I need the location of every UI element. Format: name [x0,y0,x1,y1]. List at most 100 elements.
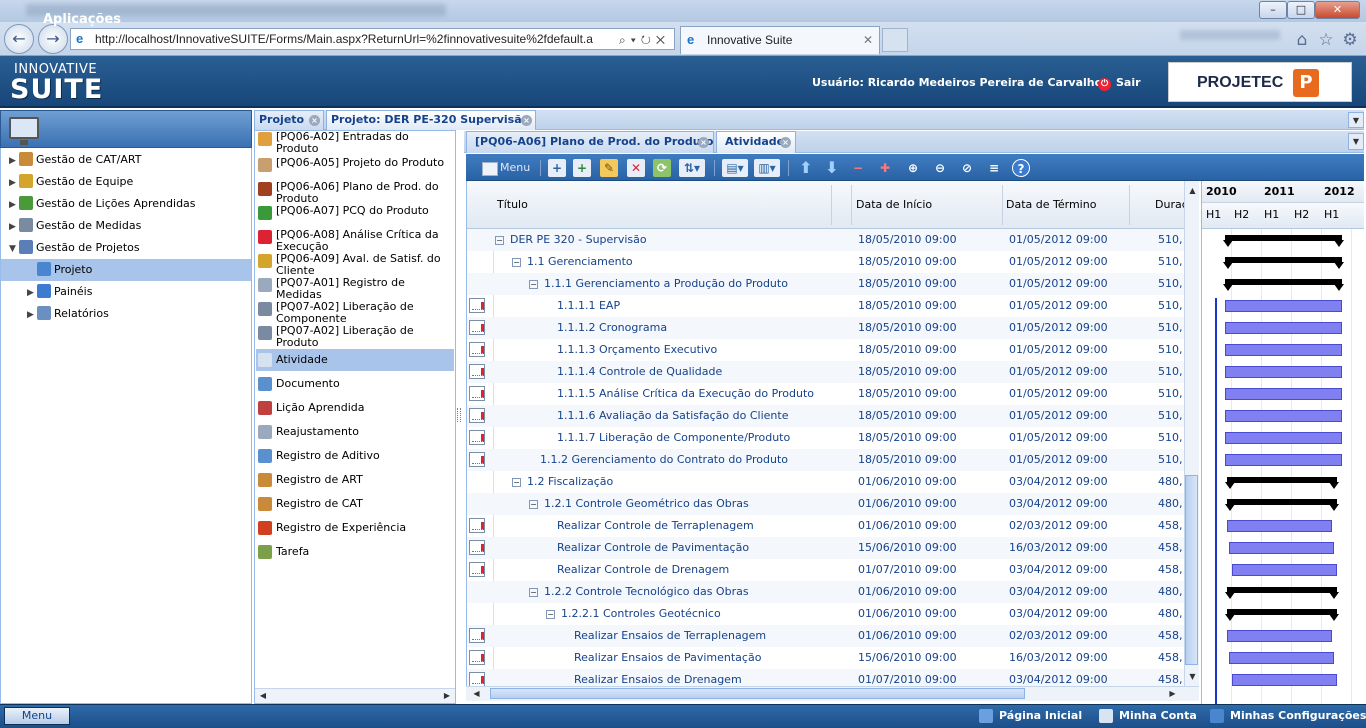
gantt-task-bar[interactable] [1225,300,1342,312]
gantt-summary-bar[interactable] [1223,279,1344,291]
table-row[interactable]: Realizar Controle de Drenagem 01/07/2010 … [467,559,1184,581]
table-row[interactable]: − DER PE 320 - Supervisão 18/05/2010 09:00… [467,229,1184,251]
table-row[interactable]: Realizar Controle de Pavimentação 15/06/2… [467,537,1184,559]
back-arrow-icon[interactable]: ← [4,24,34,54]
tab-plano-de-producao[interactable]: [PQ06-A06] Plano de Prod. do Produto × [466,131,714,153]
gantt-task-bar[interactable] [1227,520,1332,532]
project-item-12[interactable]: Reajustamento [256,421,454,443]
gantt-task-bar[interactable] [1225,410,1342,422]
tab-projeto-der[interactable]: Projeto: DER PE-320 Supervisão × [326,110,536,130]
help-icon[interactable]: ? [1012,159,1030,177]
table-row[interactable]: 1.1.2 Gerenciamento do Contrato do Produ… [467,449,1184,471]
outdent-icon[interactable]: − [849,159,867,177]
gantt-summary-bar[interactable] [1225,609,1339,621]
scroll-right-icon[interactable]: ▶ [1166,687,1179,700]
project-item-5[interactable]: [PQ06-A09] Aval. de Satisf. do Cliente [256,253,454,277]
expand-arrow-icon[interactable]: ▶ [9,216,19,238]
project-item-1[interactable]: [PQ06-A05] Projeto do Produto [256,157,454,181]
column-end-date[interactable]: Data de Término [1006,198,1096,211]
gantt-summary-bar[interactable] [1225,499,1339,511]
forward-arrow-icon[interactable]: → [38,24,68,54]
grid-vertical-scroll-thumb[interactable] [1185,475,1198,665]
gantt-task-bar[interactable] [1229,652,1334,664]
tab-atividade[interactable]: Atividade × [716,131,796,153]
home-link[interactable]: Página Inicial [979,709,1082,723]
panel-splitter[interactable] [457,408,461,422]
collapse-toggle-icon[interactable]: − [529,588,538,597]
project-item-0[interactable]: [PQ06-A02] Entradas do Produto [256,131,454,155]
collapse-toggle-icon[interactable]: − [495,236,504,245]
gantt-summary-bar[interactable] [1223,257,1344,269]
expand-arrow-icon[interactable]: ▶ [9,194,19,216]
zoom-out-icon[interactable]: ⊖ [931,159,949,177]
delete-task-icon[interactable]: ✕ [627,159,645,177]
table-row[interactable]: Realizar Controle de Terraplenagem 01/06/… [467,515,1184,537]
table-row[interactable]: −1.2 Fiscalização 01/06/2010 09:00 03/04/2… [467,471,1184,493]
gantt-task-bar[interactable] [1225,432,1342,444]
tools-gear-icon[interactable]: ⚙ [1340,30,1360,50]
browser-tab[interactable]: e Innovative Suite ✕ [680,26,880,54]
sidebar-item-licoes-aprendidas[interactable]: ▶ Gestão de Lições Aprendidas [1,193,251,215]
favorites-star-icon[interactable]: ☆ [1316,30,1336,50]
middle-horizontal-scrollbar[interactable]: ◀ ▶ [255,688,455,703]
table-row[interactable]: −1.1.1 Gerenciamento a Produção do Produ… [467,273,1184,295]
move-up-icon[interactable]: ⬆ [797,159,815,177]
project-item-2[interactable]: [PQ06-A06] Plano de Prod. do Produto [256,181,454,205]
project-item-15[interactable]: Registro de CAT [256,493,454,515]
gantt-task-bar[interactable] [1225,388,1342,400]
close-tab-icon[interactable]: × [309,115,320,126]
address-tools-icon[interactable]: ⌕▾↻✕ [619,30,670,50]
move-down-icon[interactable]: ⬇ [823,159,841,177]
table-row[interactable]: −1.2.2.1 Controles Geotécnico 01/06/2010 … [467,603,1184,625]
edit-task-icon[interactable]: ✎ [600,159,618,177]
scroll-down-icon[interactable]: ▼ [1186,670,1199,683]
minimize-button[interactable]: – [1259,1,1287,19]
table-row[interactable]: −1.2.2 Controle Tecnológico das Obras 01/… [467,581,1184,603]
close-tab-icon[interactable]: ✕ [863,27,873,53]
table-row[interactable]: Realizar Ensaios de Pavimentação 15/06/20… [467,647,1184,669]
collapse-toggle-icon[interactable]: − [529,500,538,509]
gantt-task-bar[interactable] [1225,344,1342,356]
table-row[interactable]: 1.1.1.6 Avaliação da Satisfação do Clien… [467,405,1184,427]
project-item-7[interactable]: [PQ07-A02] Liberação de Componente [256,301,454,325]
account-link[interactable]: Minha Conta [1099,709,1197,723]
gantt-summary-bar[interactable] [1225,587,1339,599]
gantt-task-bar[interactable] [1225,366,1342,378]
scroll-left-icon[interactable]: ◀ [470,687,483,700]
toolbar-menu-button[interactable]: Menu [480,159,530,177]
indent-icon[interactable]: ✚ [876,159,894,177]
sidebar-item-projeto[interactable]: Projeto [1,259,251,281]
sidebar-item-medidas[interactable]: ▶ Gestão de Medidas [1,215,251,237]
project-item-11[interactable]: Lição Aprendida [256,397,454,419]
table-row[interactable]: −1.2.1 Controle Geométrico das Obras 01/0… [467,493,1184,515]
scroll-left-icon[interactable]: ◀ [256,690,270,702]
expand-arrow-icon[interactable]: ▶ [9,172,19,194]
gantt-summary-bar[interactable] [1225,477,1339,489]
column-start-date[interactable]: Data de Início [856,198,932,211]
project-item-4[interactable]: [PQ06-A08] Análise Crítica da Execução [256,229,454,253]
sidebar-item-cat-art[interactable]: ▶ Gestão de CAT/ART [1,149,251,171]
home-icon[interactable]: ⌂ [1292,30,1312,50]
table-row[interactable]: Realizar Ensaios de Drenagem 01/07/2010 0… [467,669,1184,686]
close-tab-icon[interactable]: × [521,115,532,126]
gantt-summary-bar[interactable] [1223,235,1344,247]
expand-arrow-icon[interactable]: ▶ [27,304,37,326]
table-row[interactable]: Realizar Ensaios de Terraplenagem 01/06/2… [467,625,1184,647]
column-title[interactable]: Título [497,198,528,211]
project-item-8[interactable]: [PQ07-A02] Liberação de Produto [256,325,454,349]
grid-horizontal-scroll-thumb[interactable] [490,688,1025,699]
gantt-task-bar[interactable] [1229,542,1334,554]
collapse-all-icon[interactable]: ≡ [985,159,1003,177]
close-tab-icon[interactable]: × [698,137,709,148]
project-item-9[interactable]: Atividade [256,349,454,371]
close-window-button[interactable]: ✕ [1315,1,1360,19]
refresh-icon[interactable]: ⟳ [653,159,671,177]
project-item-13[interactable]: Registro de Aditivo [256,445,454,467]
project-item-17[interactable]: Tarefa [256,541,454,563]
inner-tab-list-dropdown-icon[interactable]: ▼ [1348,133,1364,150]
gantt-task-bar[interactable] [1232,674,1337,686]
address-bar[interactable]: e http://localhost/InnovativeSUITE/Forms… [70,28,675,50]
project-item-6[interactable]: [PQ07-A01] Registro de Medidas [256,277,454,301]
table-row[interactable]: 1.1.1.4 Controle de Qualidade 18/05/2010 … [467,361,1184,383]
project-item-3[interactable]: [PQ06-A07] PCQ do Produto [256,205,454,229]
